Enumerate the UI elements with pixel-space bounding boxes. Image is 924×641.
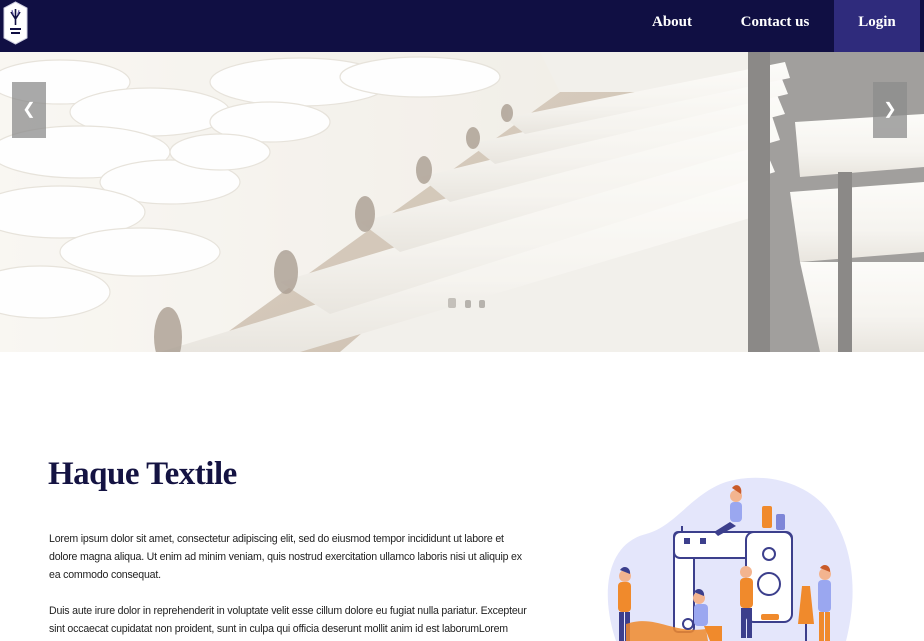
second-paragraph: Duis aute irure dolor in reprehenderit i…	[49, 605, 527, 635]
carousel-next-button[interactable]: ❯	[873, 82, 907, 138]
carousel-indicator-1[interactable]	[448, 298, 456, 308]
top-navbar: About Contact us Login	[0, 0, 924, 52]
intro-paragraph: Lorem ipsum dolor sit amet, consectetur …	[49, 533, 522, 581]
nav-login-button[interactable]: Login	[834, 0, 920, 52]
carousel-prev-button[interactable]: ❮	[12, 82, 46, 138]
carousel-indicator-3[interactable]	[479, 300, 485, 308]
brand-logo[interactable]	[3, 1, 28, 45]
nav-contact-link[interactable]: Contact us	[730, 0, 820, 52]
page-title: Haque Textile	[48, 456, 237, 492]
carousel-indicator-2[interactable]	[465, 300, 471, 308]
nav-about-link[interactable]: About	[640, 0, 704, 52]
hero-carousel[interactable]: ❮ ❯	[0, 52, 924, 352]
tailoring-illustration	[607, 477, 853, 641]
textile-rolls-slide-image	[0, 52, 924, 352]
